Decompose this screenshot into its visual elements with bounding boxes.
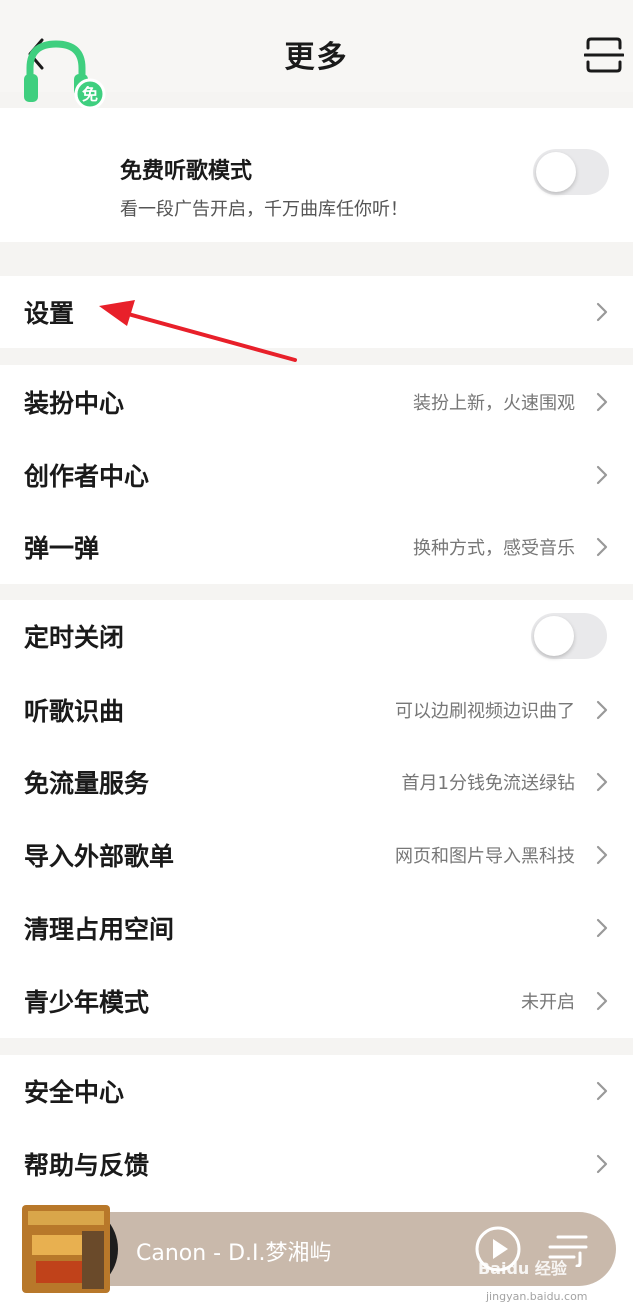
row-hint: 换种方式，感受音乐: [413, 538, 575, 559]
settings-label: 设置: [24, 299, 75, 328]
row-label: 定时关闭: [24, 623, 125, 652]
chevron-right-icon: [596, 918, 608, 938]
chevron-right-icon: [596, 537, 608, 557]
chevron-right-icon: [596, 1154, 608, 1174]
row-label: 创作者中心: [24, 462, 150, 491]
row-sleep-timer[interactable]: 定时关闭: [0, 600, 633, 672]
row-label: 安全中心: [24, 1078, 125, 1107]
now-playing-title: Canon - D.I.梦湘屿: [136, 1241, 332, 1266]
row-import-playlist[interactable]: 导入外部歌单 网页和图片导入黑科技: [0, 819, 633, 891]
scan-icon[interactable]: [584, 36, 624, 74]
row-hint: 首月1分钱免流送绿钻: [401, 773, 575, 794]
row-hint: 网页和图片导入黑科技: [395, 846, 575, 867]
row-label: 装扮中心: [24, 389, 125, 418]
row-creator-center[interactable]: 创作者中心: [0, 439, 633, 511]
row-label: 免流量服务: [24, 769, 150, 798]
row-teen-mode[interactable]: 青少年模式 未开启: [0, 965, 633, 1037]
album-art-disc[interactable]: [22, 1201, 118, 1297]
chevron-right-icon: [596, 392, 608, 412]
free-mode-title: 免费听歌模式: [120, 159, 253, 184]
row-security-center[interactable]: 安全中心: [0, 1055, 633, 1127]
baidu-watermark: Baidu 经验: [478, 1259, 567, 1278]
row-hint: 可以边刷视频边识曲了: [395, 701, 575, 722]
row-help-feedback[interactable]: 帮助与反馈: [0, 1128, 633, 1200]
chevron-right-icon: [596, 1081, 608, 1101]
row-label: 青少年模式: [24, 988, 150, 1017]
row-label: 听歌识曲: [24, 697, 125, 726]
chevron-right-icon: [596, 772, 608, 792]
row-label: 导入外部歌单: [24, 842, 175, 871]
toggle-knob: [534, 616, 574, 656]
row-label: 弹一弹: [24, 534, 100, 563]
row-song-recognition[interactable]: 听歌识曲 可以边刷视频边识曲了: [0, 674, 633, 746]
chevron-right-icon: [596, 302, 608, 322]
row-label: 帮助与反馈: [24, 1151, 150, 1180]
chevron-right-icon: [596, 700, 608, 720]
row-hint: 装扮上新，火速围观: [413, 393, 575, 414]
row-decoration-center[interactable]: 装扮中心 装扮上新，火速围观: [0, 366, 633, 438]
row-hint: 未开启: [521, 992, 575, 1013]
headphones-free-icon: 免: [24, 40, 106, 110]
chevron-right-icon: [596, 845, 608, 865]
toggle-knob: [536, 152, 576, 192]
group-tools: 定时关闭 听歌识曲 可以边刷视频边识曲了 免流量服务 首月1分钱免流送绿钻 导入…: [0, 600, 633, 1038]
row-label: 清理占用空间: [24, 915, 175, 944]
row-tan-yi-tan[interactable]: 弹一弹 换种方式，感受音乐: [0, 511, 633, 583]
group-personalize: 装扮中心 装扮上新，火速围观 创作者中心 弹一弹 换种方式，感受音乐: [0, 365, 633, 584]
sleep-timer-toggle[interactable]: [531, 613, 607, 659]
annotation-arrow: [99, 300, 297, 362]
chevron-right-icon: [596, 991, 608, 1011]
watermark-url: jingyan.baidu.com: [486, 1290, 588, 1303]
free-badge-text: 免: [82, 85, 98, 104]
row-free-data-service[interactable]: 免流量服务 首月1分钱免流送绿钻: [0, 746, 633, 818]
chevron-right-icon: [596, 465, 608, 485]
free-mode-toggle[interactable]: [533, 149, 609, 195]
free-mode-subtitle: 看一段广告开启，千万曲库任你听！: [120, 199, 408, 220]
row-clear-storage[interactable]: 清理占用空间: [0, 892, 633, 964]
